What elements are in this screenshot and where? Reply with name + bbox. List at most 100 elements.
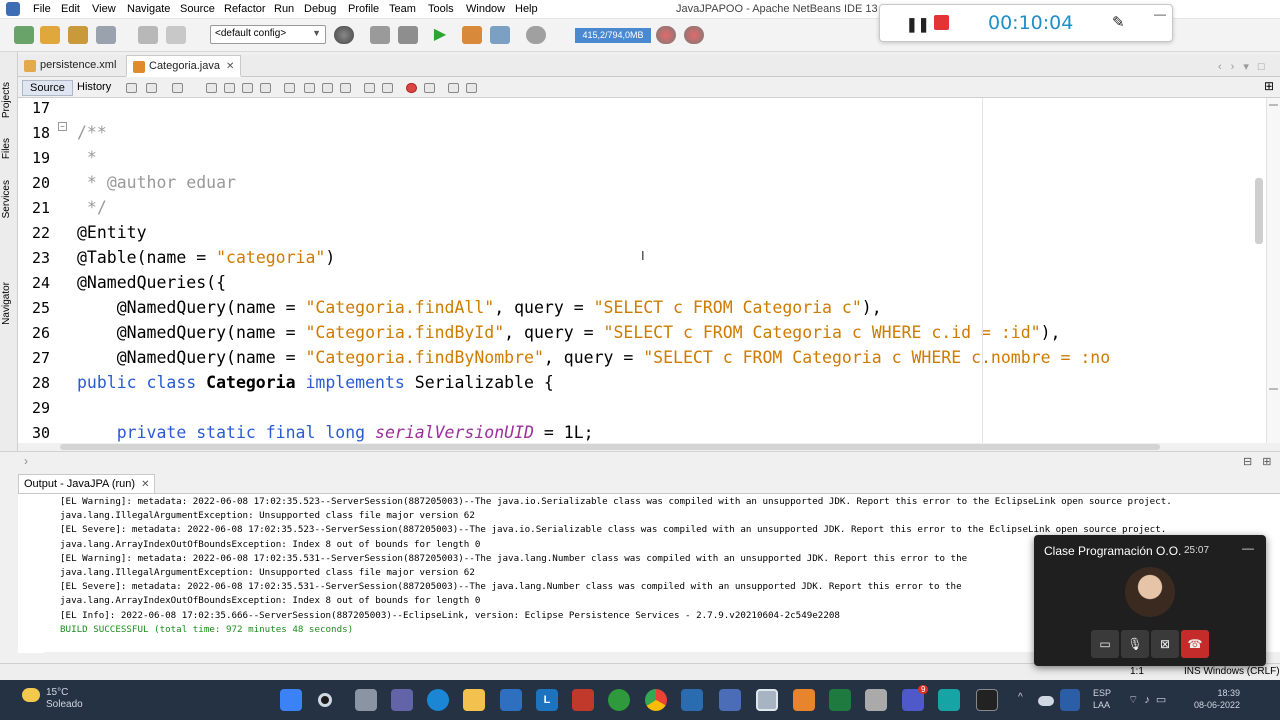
- config-select[interactable]: <default config> ▼: [210, 25, 326, 44]
- find-selection-icon[interactable]: [260, 83, 271, 93]
- stop-icon[interactable]: [934, 15, 949, 30]
- mcafee-icon[interactable]: [572, 689, 594, 711]
- find-icon[interactable]: [206, 83, 217, 93]
- editor-vertical-scrollbar[interactable]: [1255, 178, 1263, 244]
- last-edit-icon[interactable]: [172, 83, 183, 93]
- tab-navigation-arrows[interactable]: ‹›▾□: [1218, 60, 1274, 73]
- language-indicator[interactable]: ESP LAA: [1093, 687, 1111, 711]
- toggle-highlight-icon[interactable]: [284, 83, 295, 93]
- menu-debug[interactable]: Debug: [304, 3, 336, 15]
- cloud-icon[interactable]: [1038, 696, 1054, 706]
- file-explorer-icon[interactable]: [463, 689, 485, 711]
- snipping-icon[interactable]: [865, 689, 887, 711]
- next-bookmark-icon[interactable]: [322, 83, 333, 93]
- previous-bookmark-icon[interactable]: [304, 83, 315, 93]
- source-view-button[interactable]: Source: [22, 80, 73, 96]
- expand-icon[interactable]: ⊞: [1264, 79, 1275, 93]
- uncomment-icon[interactable]: [466, 83, 477, 93]
- minimize-icon[interactable]: —: [1154, 7, 1166, 21]
- save-all-icon[interactable]: [96, 26, 116, 44]
- forward-icon[interactable]: [146, 83, 157, 93]
- error-stripe[interactable]: [1266, 98, 1280, 443]
- hang-up-button[interactable]: ☎: [1181, 630, 1209, 658]
- terminal-icon[interactable]: [976, 689, 998, 711]
- find-previous-icon[interactable]: [224, 83, 235, 93]
- build-icon[interactable]: [370, 26, 390, 44]
- close-icon[interactable]: ✕: [141, 479, 149, 490]
- camera-off-icon[interactable]: ▭: [1091, 630, 1119, 658]
- app-icon[interactable]: [681, 689, 703, 711]
- gc-icon[interactable]: [656, 26, 676, 44]
- profile-icon[interactable]: [490, 26, 510, 44]
- code-editor[interactable]: 17 18 19 20 21 22 23 24 25 26 27 28 29 30 − /** * * @…: [18, 98, 1268, 443]
- new-file-icon[interactable]: [14, 26, 34, 44]
- clean-build-icon[interactable]: [398, 26, 418, 44]
- output-window-controls[interactable]: ⊟⊞: [1243, 455, 1280, 468]
- netbeans-taskbar-icon[interactable]: [756, 689, 778, 711]
- record-macro-icon[interactable]: [406, 83, 417, 93]
- weather-icon[interactable]: [22, 688, 40, 702]
- side-tab-services[interactable]: Services: [1, 180, 12, 218]
- menu-help[interactable]: Help: [515, 3, 538, 15]
- pen-icon[interactable]: ✎: [1112, 13, 1125, 31]
- undo-icon[interactable]: [138, 26, 158, 44]
- camera-app-icon[interactable]: [938, 689, 960, 711]
- history-view-button[interactable]: History: [70, 80, 118, 96]
- system-clock[interactable]: 18:39 08-06-2022: [1190, 687, 1240, 711]
- settings-app-icon[interactable]: [719, 689, 741, 711]
- run-icon[interactable]: ▶: [430, 26, 450, 44]
- microphone-icon[interactable]: 🎙: [1121, 630, 1149, 658]
- microphone-tray-icon[interactable]: [1060, 689, 1080, 711]
- weather-widget[interactable]: 15°C Soleado: [46, 687, 83, 711]
- side-tab-files[interactable]: Files: [1, 138, 12, 159]
- menu-source[interactable]: Source: [180, 3, 215, 15]
- memory-indicator[interactable]: 415,2/794,0MB: [575, 28, 651, 43]
- wifi-sound-battery-icons[interactable]: ⌔♪▭: [1128, 693, 1172, 707]
- menu-navigate[interactable]: Navigate: [127, 3, 170, 15]
- excel-icon[interactable]: [829, 689, 851, 711]
- teams-chat-icon[interactable]: [391, 689, 413, 711]
- fold-toggle-icon[interactable]: −: [58, 122, 67, 131]
- menu-run[interactable]: Run: [274, 3, 294, 15]
- start-icon[interactable]: [280, 689, 302, 711]
- editor-horizontal-scrollbar[interactable]: [60, 444, 1160, 450]
- new-project-icon[interactable]: [40, 26, 60, 44]
- side-tab-projects[interactable]: Projects: [1, 82, 12, 118]
- profiler-icon[interactable]: [684, 26, 704, 44]
- open-project-icon[interactable]: [68, 26, 88, 44]
- menu-window[interactable]: Window: [466, 3, 505, 15]
- menu-edit[interactable]: Edit: [61, 3, 80, 15]
- l-app-icon[interactable]: L: [536, 689, 558, 711]
- globe-icon[interactable]: [334, 26, 354, 44]
- close-icon[interactable]: ✕: [226, 61, 234, 72]
- store-icon[interactable]: [500, 689, 522, 711]
- comment-icon[interactable]: [448, 83, 459, 93]
- side-tab-navigator[interactable]: Navigator: [1, 282, 12, 325]
- edge-icon[interactable]: [427, 689, 449, 711]
- find-next-icon[interactable]: [242, 83, 253, 93]
- menu-tools[interactable]: Tools: [428, 3, 454, 15]
- xampp-icon[interactable]: [793, 689, 815, 711]
- shift-left-icon[interactable]: [364, 83, 375, 93]
- menu-view[interactable]: View: [92, 3, 116, 15]
- chevron-up-icon[interactable]: ^: [1018, 692, 1023, 703]
- minimize-icon[interactable]: —: [1242, 541, 1254, 555]
- menu-profile[interactable]: Profile: [348, 3, 379, 15]
- profile-app-icon[interactable]: [526, 26, 546, 44]
- panel-splitter[interactable]: › ⊟⊞: [0, 451, 1280, 471]
- toggle-bookmark-icon[interactable]: [340, 83, 351, 93]
- tab-output[interactable]: Output - JavaJPA (run) ✕: [18, 474, 156, 494]
- expand-arrow-icon[interactable]: ›: [24, 454, 28, 468]
- debug-icon[interactable]: [462, 26, 482, 44]
- menu-file[interactable]: File: [33, 3, 51, 15]
- shift-right-icon[interactable]: [382, 83, 393, 93]
- stop-macro-icon[interactable]: [424, 83, 435, 93]
- menu-refactor[interactable]: Refactor: [224, 3, 266, 15]
- task-view-icon[interactable]: [355, 689, 377, 711]
- xbox-icon[interactable]: [608, 689, 630, 711]
- search-icon[interactable]: [318, 693, 332, 707]
- menu-team[interactable]: Team: [389, 3, 416, 15]
- tab-categoria-java[interactable]: Categoria.java ✕: [126, 55, 242, 77]
- tab-persistence-xml[interactable]: persistence.xml: [18, 55, 122, 77]
- redo-icon[interactable]: [166, 26, 186, 44]
